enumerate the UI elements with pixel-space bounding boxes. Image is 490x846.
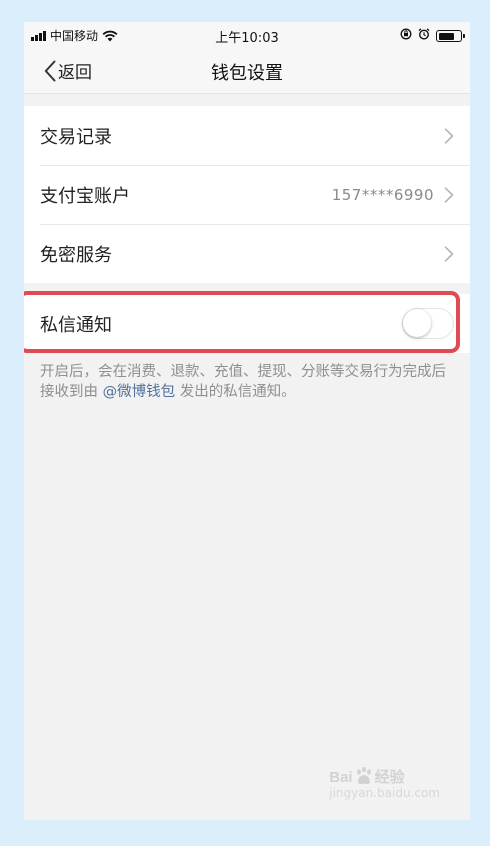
settings-item-label: 免密服务 [40,244,112,266]
settings-item-label: 支付宝账户 [40,185,130,207]
settings-item-password-free-service[interactable]: 免密服务 [24,224,470,283]
description-text-end: 发出的私信通知。 [175,384,296,400]
alarm-icon [418,28,430,44]
chevron-right-icon [444,245,454,262]
settings-list: 交易记录 支付宝账户 157****6990 免密服务 [24,106,470,283]
notification-setting: 私信通知 [24,291,470,353]
notification-label: 私信通知 [40,314,112,336]
chevron-right-icon [444,186,454,203]
battery-icon [436,30,465,42]
chevron-right-icon [444,127,454,144]
notification-toggle[interactable] [402,308,454,339]
rotation-lock-icon [400,28,412,44]
navigation-bar: 返回 钱包设置 [24,48,470,94]
toggle-knob [403,309,431,337]
phone-screen: 中国移动 上午10:03 返回 钱包设置 交易记录 支付宝账户 157****6… [24,22,470,820]
paw-logo-icon [356,766,371,784]
watermark-text: Bai [329,769,353,786]
weibo-wallet-link[interactable]: @微博钱包 [103,384,176,400]
status-bar: 中国移动 上午10:03 [24,22,470,48]
watermark-text-jingyan: 经验 [374,769,405,786]
page-title: 钱包设置 [211,63,283,84]
private-message-notification-row: 私信通知 [24,294,470,353]
settings-item-transaction-records[interactable]: 交易记录 [24,106,470,165]
settings-item-alipay-account[interactable]: 支付宝账户 157****6990 [24,165,470,224]
alipay-account-number: 157****6990 [331,185,434,204]
settings-item-label: 交易记录 [40,126,112,148]
watermark-url: jingyan.baidu.com [329,786,440,800]
notification-description: 开启后，会在消费、退款、充值、提现、分账等交易行为完成后接收到由 @微博钱包 发… [40,362,460,402]
baidu-jingyan-watermark: Bai 经验 jingyan.baidu.com [329,766,440,800]
